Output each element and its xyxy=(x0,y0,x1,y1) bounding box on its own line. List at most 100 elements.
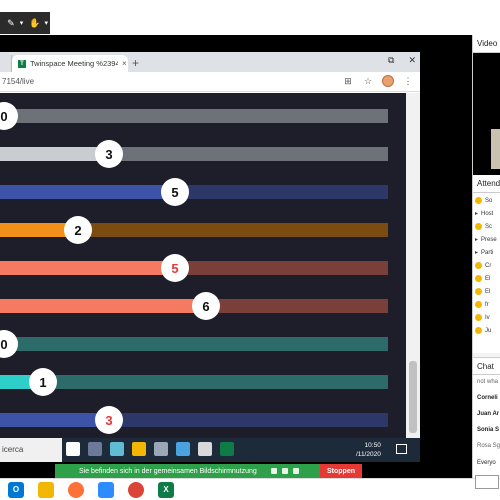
url-field[interactable]: 7154/live xyxy=(2,77,34,86)
video-panel-title: Video xyxy=(477,39,498,48)
vote-count-badge: 0 xyxy=(0,102,18,130)
attendee-row[interactable]: Sc xyxy=(475,223,492,230)
restore-icon[interactable]: ⧉ xyxy=(388,55,394,66)
windows-taskbar: icerca 10:50 /11/2020 xyxy=(0,438,420,462)
attendee-name: Host xyxy=(481,210,494,217)
poll-bar-row: 2 xyxy=(0,216,388,244)
person-icon xyxy=(475,275,482,282)
attendee-row[interactable]: So xyxy=(475,197,492,204)
chat-panel-header: Chat xyxy=(473,357,500,375)
poll-bar-row: 3 xyxy=(0,140,388,168)
previous-tab[interactable] xyxy=(0,55,12,72)
chat-message: Corneli xyxy=(477,395,498,401)
zoom-icon[interactable] xyxy=(98,481,114,498)
attendee-name: Ju xyxy=(485,327,492,334)
zoom-annotation-toolbar: ✎ ▾ ✋ ▾ xyxy=(0,12,50,34)
taskbar-search-box[interactable]: icerca xyxy=(0,438,62,462)
bar-track xyxy=(0,337,388,351)
bar-track xyxy=(0,109,388,123)
file-explorer-icon[interactable] xyxy=(38,481,54,498)
vote-count-badge: 2 xyxy=(64,216,92,244)
vertical-scrollbar[interactable] xyxy=(406,93,420,438)
attendee-row[interactable]: ▸ Host xyxy=(475,210,494,218)
remote-control-icon[interactable]: ✋ xyxy=(29,16,40,30)
attendee-row[interactable]: fr xyxy=(475,301,489,308)
attendee-row[interactable]: Ju xyxy=(475,327,491,334)
vote-count-badge: 3 xyxy=(95,406,123,434)
poll-bar-row: 0 xyxy=(0,330,388,358)
attendee-row[interactable]: El xyxy=(475,288,490,295)
taskbar-app-icon[interactable] xyxy=(198,442,212,456)
share-icons xyxy=(270,468,299,474)
notification-icon[interactable] xyxy=(396,444,407,454)
pointer-icon[interactable]: ✎ xyxy=(6,16,16,30)
person-icon xyxy=(475,223,482,230)
taskbar-clock: 10:50 /11/2020 xyxy=(356,441,381,459)
twinspace-favicon-icon: T xyxy=(18,59,26,68)
tab-close-icon[interactable]: × xyxy=(122,59,127,68)
browser-tab[interactable]: T Twinspace Meeting %2394444 × xyxy=(12,55,128,72)
attendee-name: Sc xyxy=(485,223,493,230)
attendee-row[interactable]: Cr xyxy=(475,262,491,269)
outlook-icon[interactable]: O xyxy=(8,481,24,498)
chrome-icon[interactable] xyxy=(128,481,144,498)
firefox-icon[interactable] xyxy=(68,481,84,498)
expand-icon: ▸ xyxy=(475,237,479,243)
attendee-row[interactable]: El xyxy=(475,275,490,282)
close-window-icon[interactable]: ✕ xyxy=(408,55,416,66)
attendee-name: Cr xyxy=(485,262,492,269)
zoom-side-panel: Video Attend So ▸ Host Sc ▸ Prese ▸ Parti Cr El El… xyxy=(472,35,500,489)
chat-recipient[interactable]: Everyo xyxy=(477,460,496,466)
person-icon xyxy=(475,288,482,295)
tab-title: Twinspace Meeting %2394444 xyxy=(30,59,118,68)
settings-icon[interactable] xyxy=(292,468,299,474)
taskbar-app-icon[interactable] xyxy=(132,442,146,456)
chat-panel-title: Chat xyxy=(477,362,494,371)
chat-message: Juan Ar xyxy=(477,411,500,417)
chat-input[interactable] xyxy=(475,475,499,489)
scrollbar-thumb[interactable] xyxy=(409,361,417,433)
taskbar-app-icon[interactable] xyxy=(220,442,234,456)
clock-time: 10:50 xyxy=(364,442,381,449)
clock-date: /11/2020 xyxy=(356,451,381,458)
taskbar-apps xyxy=(66,442,234,456)
vote-count-badge: 5 xyxy=(161,178,189,206)
chevron-down-icon[interactable]: ▾ xyxy=(44,18,50,28)
video-panel-header: Video xyxy=(473,35,500,53)
screen-share-banner: Sie befinden sich in der gemeinsamen Bil… xyxy=(55,464,320,478)
bar-fill xyxy=(0,413,109,427)
poll-bar-row: 0 xyxy=(0,102,388,130)
video-thumbnail[interactable] xyxy=(491,129,500,169)
bookmark-star-icon[interactable]: ☆ xyxy=(362,75,374,87)
person-icon xyxy=(475,197,482,204)
poll-bar-row: 5 xyxy=(0,178,388,206)
attendees-panel-title: Attend xyxy=(477,179,500,188)
vote-count-badge: 5 xyxy=(161,254,189,282)
taskbar-app-icon[interactable] xyxy=(154,442,168,456)
profile-avatar[interactable] xyxy=(382,75,394,87)
taskbar-app-icon[interactable] xyxy=(110,442,124,456)
excel-icon[interactable]: X xyxy=(158,481,174,498)
menu-kebab-icon[interactable]: ⋮ xyxy=(402,75,414,87)
attendee-name: El xyxy=(485,275,491,282)
expand-icon: ▸ xyxy=(475,211,479,217)
attendee-row[interactable]: ▸ Prese xyxy=(475,236,497,244)
poll-bar-row: 1 xyxy=(0,368,388,396)
attendee-name: So xyxy=(485,197,493,204)
tab-strip: T Twinspace Meeting %2394444 × + ⧉ ✕ xyxy=(0,52,420,72)
translate-icon[interactable]: ⊞ xyxy=(342,75,354,87)
address-bar: 7154/live ⊞ ☆ ⋮ xyxy=(0,72,420,92)
taskbar-app-icon[interactable] xyxy=(88,442,102,456)
chevron-down-icon[interactable]: ▾ xyxy=(20,18,26,28)
stop-sharing-button[interactable]: Stoppen xyxy=(320,464,362,478)
attendee-row[interactable]: ▸ Parti xyxy=(475,249,493,257)
new-tab-button[interactable]: + xyxy=(132,56,139,70)
poll-bar-row: 3 xyxy=(0,406,388,434)
bar-fill xyxy=(0,147,109,161)
attendee-row[interactable]: Iv xyxy=(475,314,490,321)
audio-icon[interactable] xyxy=(270,468,277,474)
taskbar-app-icon[interactable] xyxy=(66,442,80,456)
taskbar-app-icon[interactable] xyxy=(176,442,190,456)
pause-icon[interactable] xyxy=(281,468,288,474)
vote-count-badge: 0 xyxy=(0,330,18,358)
